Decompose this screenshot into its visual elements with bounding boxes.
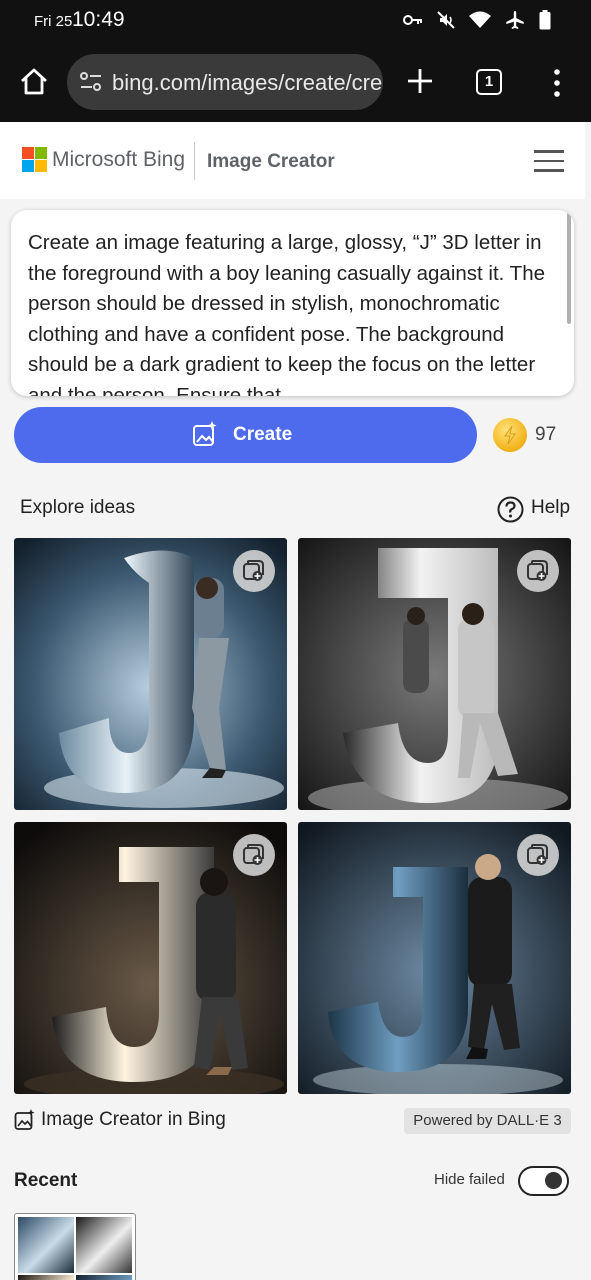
overflow-menu-icon[interactable] — [549, 68, 565, 98]
browser-toolbar: bing.com/images/create/cre 1 — [0, 44, 591, 122]
create-button-label: Create — [233, 424, 293, 445]
create-button[interactable]: Create — [14, 407, 477, 463]
airplane-icon — [506, 11, 524, 29]
explore-ideas-link[interactable]: Explore ideas — [20, 497, 135, 519]
status-icons — [403, 10, 551, 30]
generated-image-1[interactable] — [14, 538, 287, 810]
save-to-collection-button[interactable] — [233, 550, 275, 592]
home-icon[interactable] — [18, 66, 50, 98]
new-tab-icon[interactable] — [405, 66, 435, 96]
hide-failed-label: Hide failed — [434, 1171, 505, 1188]
tab-switcher-button[interactable]: 1 — [476, 69, 502, 95]
microsoft-logo-icon[interactable] — [22, 147, 47, 172]
help-link[interactable]: Help — [531, 497, 570, 519]
status-bar: Fri 25 10:49 — [0, 0, 591, 44]
image-creator-footer[interactable]: Image Creator in Bing — [14, 1109, 226, 1131]
generated-image-3[interactable] — [14, 822, 287, 1094]
wifi-icon — [469, 11, 491, 28]
generated-image-2[interactable] — [298, 538, 571, 810]
prompt-textarea[interactable]: Create an image featuring a large, gloss… — [11, 210, 574, 396]
hide-failed-toggle[interactable] — [518, 1166, 569, 1196]
toggle-knob — [545, 1172, 562, 1189]
recent-creation-thumbnail[interactable] — [14, 1213, 136, 1280]
site-settings-icon[interactable] — [79, 71, 103, 93]
collection-add-icon — [527, 560, 548, 581]
address-bar[interactable]: bing.com/images/create/cre — [67, 54, 383, 110]
generated-image-4[interactable] — [298, 822, 571, 1094]
image-sparkle-icon — [193, 421, 217, 446]
brand-name[interactable]: Microsoft Bing — [52, 148, 185, 172]
save-to-collection-button[interactable] — [517, 834, 559, 876]
recent-heading: Recent — [14, 1170, 78, 1191]
bing-header: Microsoft Bing Image Creator — [0, 122, 585, 199]
page-title[interactable]: Image Creator — [207, 151, 335, 173]
hamburger-menu-icon[interactable] — [534, 150, 564, 172]
boost-coin-icon[interactable] — [493, 418, 527, 452]
mute-icon — [437, 11, 455, 29]
status-date: Fri 25 — [34, 13, 73, 30]
vpn-key-icon — [403, 15, 422, 25]
header-divider — [194, 142, 195, 180]
url-text[interactable]: bing.com/images/create/cre — [112, 70, 382, 96]
image-creator-footer-label[interactable]: Image Creator in Bing — [41, 1109, 226, 1131]
boost-count: 97 — [535, 424, 557, 445]
save-to-collection-button[interactable] — [233, 834, 275, 876]
image-sparkle-icon — [14, 1109, 35, 1130]
collection-add-icon — [243, 844, 264, 865]
prompt-text[interactable]: Create an image featuring a large, gloss… — [28, 228, 548, 396]
battery-icon — [539, 10, 551, 30]
prompt-scrollbar[interactable] — [567, 212, 571, 324]
save-to-collection-button[interactable] — [517, 550, 559, 592]
collection-add-icon — [527, 844, 548, 865]
collection-add-icon — [243, 560, 264, 581]
status-time: 10:49 — [72, 8, 125, 31]
powered-by-badge: Powered by DALL·E 3 — [404, 1108, 571, 1134]
help-icon[interactable] — [497, 496, 524, 523]
